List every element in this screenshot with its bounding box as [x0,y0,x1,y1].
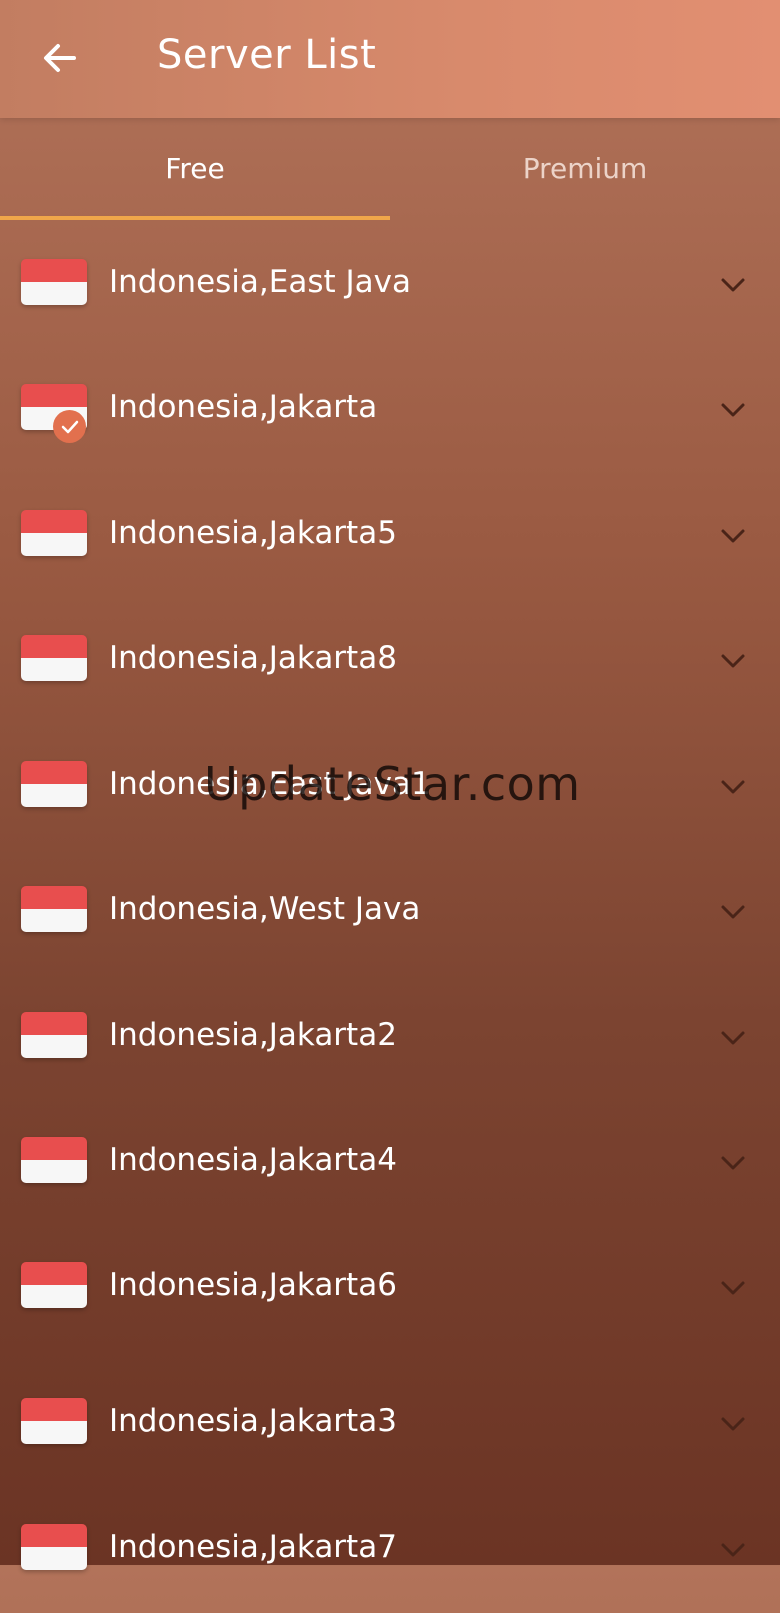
indonesia-flag-icon [21,1398,87,1444]
server-name: Indonesia,Jakarta2 [109,1017,397,1053]
server-name: Indonesia,Jakarta8 [109,640,397,676]
server-name: Indonesia,Jakarta7 [109,1529,397,1565]
server-name: Indonesia,West Java [109,891,421,927]
server-row[interactable]: Indonesia,West Java [0,849,780,975]
chevron-down-icon[interactable] [718,772,748,802]
server-name: Indonesia,Jakarta6 [109,1267,397,1303]
indonesia-flag-icon [21,761,87,807]
server-name: Indonesia,Jakarta3 [109,1403,397,1439]
indonesia-flag-icon [21,259,87,305]
chevron-down-icon[interactable] [718,1273,748,1303]
chevron-down-icon[interactable] [718,395,748,425]
server-name: Indonesia,Jakarta [109,389,378,425]
top-app-bar: Server List [0,0,780,118]
server-row[interactable]: Indonesia,East Java1 [0,724,780,850]
server-row[interactable]: Indonesia,Jakarta3 [0,1361,780,1487]
server-name: Indonesia,East Java1 [109,766,431,802]
server-name: Indonesia,Jakarta5 [109,515,397,551]
chevron-down-icon[interactable] [718,521,748,551]
server-name: Indonesia,East Java [109,264,411,300]
tab-bar: Free Premium [0,118,780,222]
page-title: Server List [157,32,377,78]
server-name: Indonesia,Jakarta4 [109,1142,397,1178]
active-tab-indicator [0,216,390,220]
tab-free[interactable]: Free [0,118,390,218]
server-row[interactable]: Indonesia,Jakarta7 [0,1487,780,1613]
chevron-down-icon[interactable] [718,1148,748,1178]
server-row[interactable]: Indonesia,East Java [0,222,780,348]
indonesia-flag-icon [21,1137,87,1183]
arrow-left-icon [44,44,76,72]
chevron-down-icon[interactable] [718,1535,748,1565]
chevron-down-icon[interactable] [718,1023,748,1053]
tab-premium[interactable]: Premium [390,118,780,218]
selected-check-icon [53,410,86,443]
indonesia-flag-icon [21,1524,87,1570]
indonesia-flag-icon [21,886,87,932]
server-row[interactable]: Indonesia,Jakarta2 [0,975,780,1101]
indonesia-flag-icon [21,1012,87,1058]
chevron-down-icon[interactable] [718,646,748,676]
server-row[interactable]: Indonesia,Jakarta4 [0,1100,780,1226]
server-row[interactable]: Indonesia,Jakarta8 [0,598,780,724]
indonesia-flag-icon [21,635,87,681]
chevron-down-icon[interactable] [718,270,748,300]
indonesia-flag-icon [21,1262,87,1308]
server-row[interactable]: Indonesia,Jakarta [0,347,780,473]
indonesia-flag-icon [21,384,87,443]
server-row[interactable]: Indonesia,Jakarta5 [0,473,780,599]
chevron-down-icon[interactable] [718,1409,748,1439]
chevron-down-icon[interactable] [718,897,748,927]
server-row[interactable]: Indonesia,Jakarta6 [0,1225,780,1351]
indonesia-flag-icon [21,510,87,556]
back-button[interactable] [24,28,96,88]
